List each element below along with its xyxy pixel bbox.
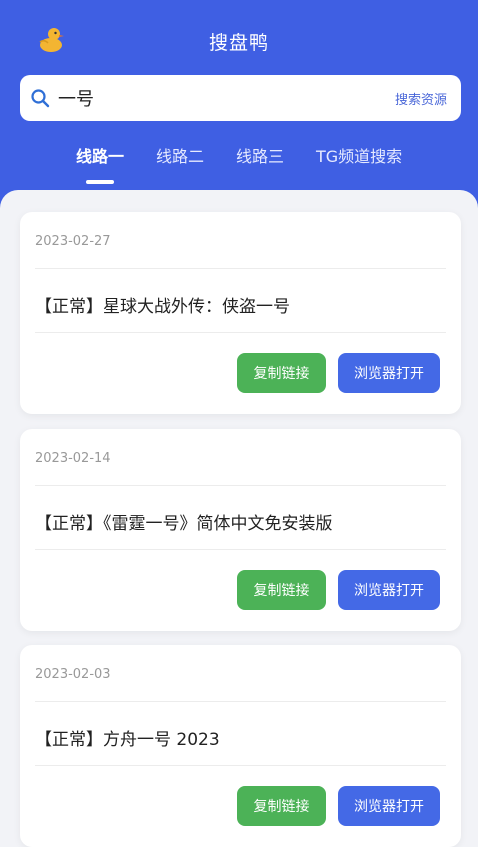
divider [35, 268, 446, 269]
result-title: 【正常】《雷霆一号》简体中文免安装版 [35, 514, 333, 534]
search-resources-button[interactable]: 搜索资源 [395, 89, 447, 108]
results-panel: 2023-02-27 【正常】星球大战外传：侠盗一号 复制链接 浏览器打开 20… [0, 190, 478, 847]
app-header: 搜盘鸭 搜索资源 线路一 线路二 线路三 TG频道搜索 [0, 0, 478, 210]
open-in-browser-button[interactable]: 浏览器打开 [338, 570, 440, 610]
result-date: 2023-02-03 [35, 667, 111, 682]
result-card: 2023-02-14 【正常】《雷霆一号》简体中文免安装版 复制链接 浏览器打开 [20, 429, 461, 631]
divider [35, 549, 446, 550]
divider [35, 332, 446, 333]
app-title: 搜盘鸭 [208, 32, 269, 54]
divider [35, 485, 446, 486]
copy-link-button[interactable]: 复制链接 [237, 786, 326, 826]
divider [35, 701, 446, 702]
result-date: 2023-02-14 [35, 451, 111, 466]
route-tabs: 线路一 线路二 线路三 TG频道搜索 [0, 143, 478, 187]
tab-route-1[interactable]: 线路一 [76, 143, 124, 167]
copy-link-button[interactable]: 复制链接 [237, 353, 326, 393]
tab-tg-channel-search[interactable]: TG频道搜索 [316, 143, 402, 167]
open-in-browser-button[interactable]: 浏览器打开 [338, 786, 440, 826]
search-bar: 搜索资源 [20, 75, 461, 121]
tab-route-3[interactable]: 线路三 [236, 143, 284, 167]
result-card: 2023-02-27 【正常】星球大战外传：侠盗一号 复制链接 浏览器打开 [20, 212, 461, 414]
tab-route-2[interactable]: 线路二 [156, 143, 204, 167]
result-card: 2023-02-03 【正常】方舟一号 2023 复制链接 浏览器打开 [20, 645, 461, 847]
search-icon [31, 89, 50, 108]
copy-link-button[interactable]: 复制链接 [237, 570, 326, 610]
divider [35, 765, 446, 766]
result-title: 【正常】方舟一号 2023 [35, 730, 220, 750]
open-in-browser-button[interactable]: 浏览器打开 [338, 353, 440, 393]
result-title: 【正常】星球大战外传：侠盗一号 [35, 297, 290, 317]
search-input[interactable] [58, 87, 395, 109]
result-date: 2023-02-27 [35, 234, 111, 249]
active-tab-indicator [86, 180, 114, 184]
